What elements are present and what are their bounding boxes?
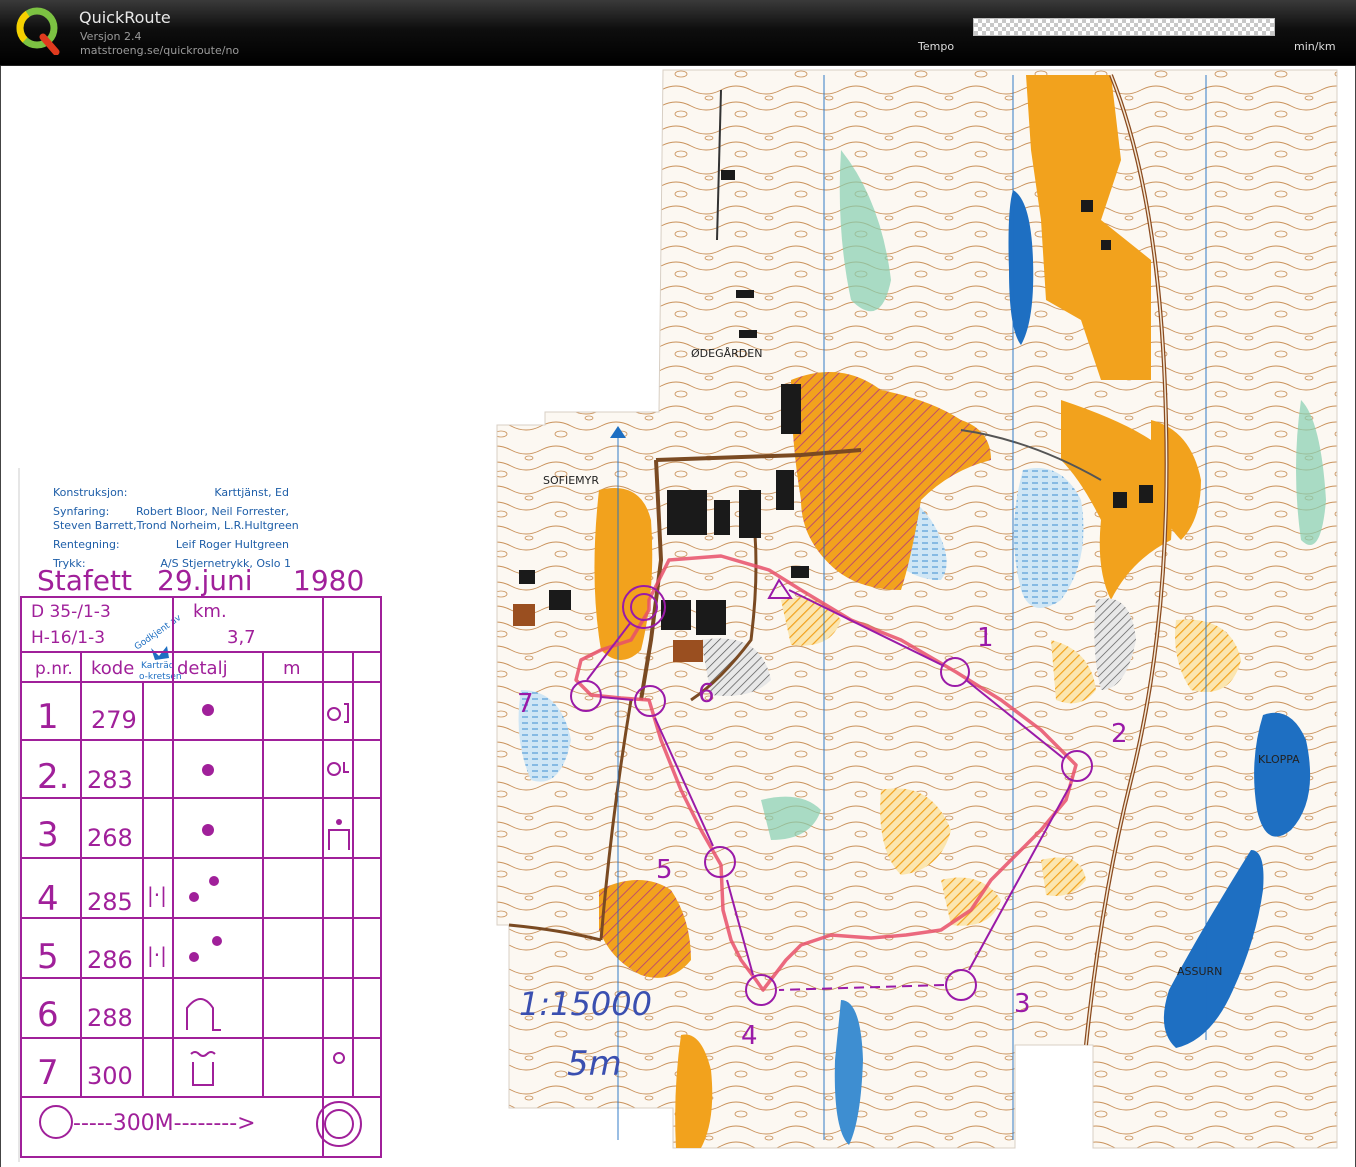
orienteering-map[interactable]: ØDEGÅRDEN SOFIEMYR KLOPPA ASSURN 1 2 3 4… xyxy=(1,66,1355,1167)
svg-text:H-16/1-3: H-16/1-3 xyxy=(31,628,105,648)
svg-text:7: 7 xyxy=(517,689,534,719)
svg-text:6: 6 xyxy=(698,679,715,709)
svg-text:283: 283 xyxy=(87,766,133,794)
svg-text:300: 300 xyxy=(87,1062,133,1090)
svg-text:1980: 1980 xyxy=(293,564,364,597)
svg-text:4: 4 xyxy=(741,1021,758,1051)
svg-text:D 35-/1-3: D 35-/1-3 xyxy=(31,602,111,622)
svg-text:5: 5 xyxy=(656,855,673,885)
svg-text:Robert Bloor, Neil Forrester,: Robert Bloor, Neil Forrester, xyxy=(136,505,289,518)
svg-text:4: 4 xyxy=(37,879,59,919)
svg-text:268: 268 xyxy=(87,824,133,852)
app-header: QuickRoute Versjon 2.4 matstroeng.se/qui… xyxy=(0,0,1356,66)
place-name-kloppa: KLOPPA xyxy=(1258,753,1300,766)
svg-text:3: 3 xyxy=(1014,989,1031,1019)
control-description-sheet: Konstruksjon: Karttjänst, Ed Synfaring: … xyxy=(7,450,493,1162)
map-view[interactable]: ØDEGÅRDEN SOFIEMYR KLOPPA ASSURN 1 2 3 4… xyxy=(0,66,1356,1167)
svg-text:6: 6 xyxy=(37,995,59,1035)
place-name-odegarden: ØDEGÅRDEN xyxy=(691,347,762,360)
svg-text:p.nr.: p.nr. xyxy=(35,659,73,679)
svg-text:Leif Roger Hultgreen: Leif Roger Hultgreen xyxy=(176,538,289,551)
svg-text:29.juni: 29.juni xyxy=(157,564,253,597)
svg-text:Rentegning:: Rentegning: xyxy=(53,538,120,551)
quickroute-logo-icon xyxy=(16,7,60,55)
svg-text:286: 286 xyxy=(87,946,133,974)
tempo-label: Tempo xyxy=(918,40,955,53)
place-name-assurn: ASSURN xyxy=(1177,965,1222,978)
svg-text:Karttjänst, Ed: Karttjänst, Ed xyxy=(214,486,289,499)
svg-text:m: m xyxy=(283,658,301,679)
handwritten-scale: 1:15000 xyxy=(519,985,652,1023)
svg-text:|·|: |·| xyxy=(147,943,167,967)
svg-text:km.: km. xyxy=(193,601,227,622)
svg-text:2: 2 xyxy=(1111,719,1128,749)
tempo-color-scale xyxy=(973,18,1275,36)
place-name-sofiemyr: SOFIEMYR xyxy=(543,474,599,487)
tempo-unit-label: min/km xyxy=(1294,40,1336,53)
svg-text:o-kretsen: o-kretsen xyxy=(139,672,182,682)
svg-text:-----300M-------->: -----300M--------> xyxy=(73,1111,256,1136)
svg-text:7: 7 xyxy=(37,1053,59,1093)
svg-text:1: 1 xyxy=(37,697,59,737)
svg-text:288: 288 xyxy=(87,1004,133,1032)
svg-text:Synfaring:: Synfaring: xyxy=(53,505,109,518)
svg-text:kode: kode xyxy=(91,658,134,679)
handwritten-contour-interval: 5m xyxy=(567,1044,622,1084)
svg-text:2.: 2. xyxy=(37,757,69,797)
app-version: Versjon 2.4 xyxy=(80,30,142,43)
svg-text:Karträd: Karträd xyxy=(141,661,174,671)
svg-text:3: 3 xyxy=(37,815,59,855)
svg-text:5: 5 xyxy=(37,937,59,977)
svg-text:|·|: |·| xyxy=(147,883,167,907)
svg-text:3,7: 3,7 xyxy=(227,627,256,648)
svg-text:279: 279 xyxy=(91,706,137,734)
svg-text:detalj: detalj xyxy=(177,658,228,679)
app-title: QuickRoute xyxy=(79,8,171,27)
svg-text:Konstruksjon:: Konstruksjon: xyxy=(53,486,127,499)
app-url: matstroeng.se/quickroute/no xyxy=(80,44,240,57)
svg-text:285: 285 xyxy=(87,888,133,916)
svg-text:Steven Barrett,Trond Norheim,: Steven Barrett,Trond Norheim, L.R.Hultgr… xyxy=(53,519,299,532)
svg-text:1: 1 xyxy=(977,623,994,653)
svg-text:Stafett: Stafett xyxy=(37,564,132,597)
